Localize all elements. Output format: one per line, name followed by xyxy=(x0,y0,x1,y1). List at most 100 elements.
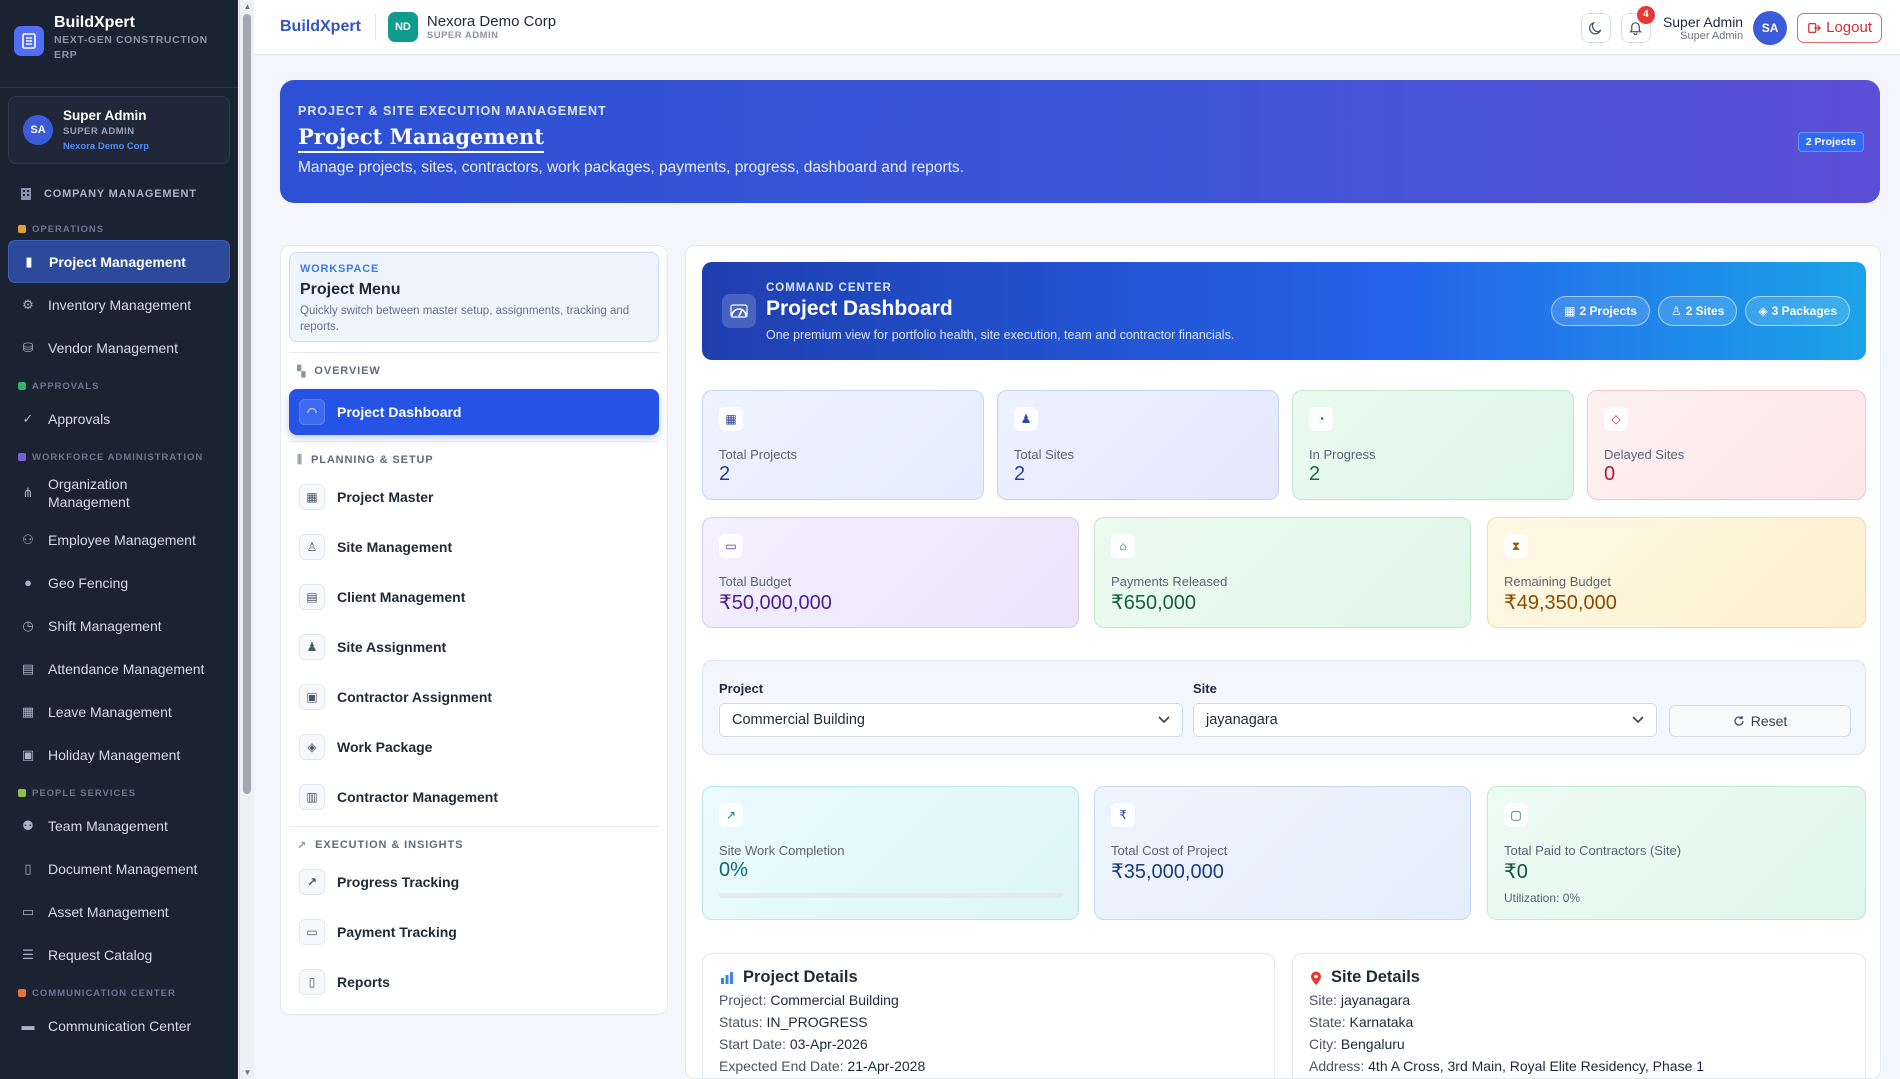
stat-label: Total Budget xyxy=(719,574,792,589)
stat-in-progress[interactable]: ◔ In Progress 2 xyxy=(1292,390,1574,500)
detail-value: jayanagara xyxy=(1340,992,1411,1008)
reset-button[interactable]: Reset xyxy=(1669,705,1851,737)
scrollbar-thumb[interactable] xyxy=(243,14,251,794)
menu-item-progress-tracking[interactable]: ↗ Progress Tracking xyxy=(281,857,667,907)
site-details-title: Site Details xyxy=(1331,968,1420,986)
detail-row: Status: IN_PROGRESS xyxy=(719,1013,1258,1031)
sidebar-brand[interactable]: BuildXpert NEXT-GEN CONSTRUCTION ERP xyxy=(0,0,238,88)
sidebar-item-approvals[interactable]: ✓ Approvals xyxy=(0,397,238,440)
sidebar-item-geo-fencing[interactable]: ● Geo Fencing xyxy=(0,561,238,604)
detail-value: Commercial Building xyxy=(770,992,899,1008)
stat-remaining-budget[interactable]: ⧗ Remaining Budget ₹49,350,000 xyxy=(1487,517,1866,628)
stat-total-cost[interactable]: ₹ Total Cost of Project ₹35,000,000 xyxy=(1094,786,1471,920)
logout-button[interactable]: Logout xyxy=(1797,12,1882,43)
workspace-kicker: WORKSPACE xyxy=(300,263,380,275)
sidebar-item-asset-management[interactable]: ▭ Asset Management xyxy=(0,890,238,933)
sidebar-item-team-management[interactable]: ⚉ Team Management xyxy=(0,804,238,847)
list-icon: ☰ xyxy=(22,946,34,962)
building-2-icon: ▥ xyxy=(299,784,325,810)
calendar-star-icon: ▣ xyxy=(21,746,35,762)
command-center-banner: COMMAND CENTER Project Dashboard One pre… xyxy=(702,262,1866,360)
site-details-rows: Site: jayanagara State: Karnataka City: Be… xyxy=(1309,991,1849,1075)
menu-item-project-master[interactable]: ▦ Project Master xyxy=(281,472,667,522)
sidebar-item-vendor-management[interactable]: ⛁ Vendor Management xyxy=(0,326,238,369)
menu-item-contractor-management[interactable]: ▥ Contractor Management xyxy=(281,772,667,822)
stat-total-sites[interactable]: ♟ Total Sites 2 xyxy=(997,390,1279,500)
stat-total-budget[interactable]: ▭ Total Budget ₹50,000,000 xyxy=(702,517,1079,628)
calendar-icon: ▦ xyxy=(21,703,35,719)
workspace-title: Project Menu xyxy=(300,281,401,298)
scroll-down-icon[interactable]: ▼ xyxy=(243,1068,252,1077)
detail-value: Karnataka xyxy=(1349,1014,1414,1030)
page-scrollbar[interactable]: ▲ ▼ xyxy=(239,0,254,1079)
detail-value: 21-Apr-2028 xyxy=(847,1058,926,1074)
project-details-heading: Project Details xyxy=(719,968,1258,987)
sliders-icon: ⫼ xyxy=(297,453,303,466)
site-select[interactable]: jayanagara xyxy=(1193,703,1657,737)
sidebar-section-header: APPROVALS xyxy=(0,375,238,397)
sidebar-user-card[interactable]: SA Super Admin SUPER ADMIN Nexora Demo C… xyxy=(8,96,230,164)
stat-label: Delayed Sites xyxy=(1604,447,1685,462)
chevron-down-icon xyxy=(1632,716,1644,724)
clock-icon: ◷ xyxy=(22,617,34,633)
sidebar-item-label: Vendor Management xyxy=(48,339,178,356)
sidebar-section-header: COMMUNICATION CENTER xyxy=(0,982,238,1004)
detail-key: City: xyxy=(1309,1036,1337,1052)
sidebar-item-attendance-management[interactable]: ▤ Attendance Management xyxy=(0,647,238,690)
header-user[interactable]: Super Admin Super Admin xyxy=(1663,14,1743,42)
projects-pill[interactable]: ▦ 2 Projects xyxy=(1551,296,1650,326)
menu-item-contractor-assignment[interactable]: ▣ Contractor Assignment xyxy=(281,672,667,722)
detail-row: State: Karnataka xyxy=(1309,1013,1849,1031)
header-avatar[interactable]: SA xyxy=(1753,10,1788,45)
sidebar-item-request-catalog[interactable]: ☰ Request Catalog xyxy=(0,933,238,976)
stat-total-projects[interactable]: ▦ Total Projects 2 xyxy=(702,390,984,500)
stat-payments-released[interactable]: ⌂ Payments Released ₹650,000 xyxy=(1094,517,1471,628)
notifications-button[interactable]: 4 xyxy=(1620,5,1655,43)
scroll-up-icon[interactable]: ▲ xyxy=(243,2,252,11)
menu-item-project-dashboard[interactable]: ◠ Project Dashboard xyxy=(289,389,659,435)
header-divider xyxy=(374,14,376,40)
stat-value: ₹650,000 xyxy=(1111,592,1197,614)
sidebar-item-shift-management[interactable]: ◷ Shift Management xyxy=(0,604,238,647)
sidebar-item-communication-center[interactable]: ▬ Communication Center xyxy=(0,1004,238,1047)
sidebar-item-holiday-management[interactable]: ▣ Holiday Management xyxy=(0,733,238,776)
sidebar-item-employee-management[interactable]: ⚇ Employee Management xyxy=(0,518,238,561)
menu-item-label: Payment Tracking xyxy=(337,924,457,940)
user-role: SUPER ADMIN xyxy=(63,126,135,137)
detail-value: Bengaluru xyxy=(1340,1036,1405,1052)
utilization-text: Utilization: 0% xyxy=(1504,891,1581,905)
sidebar-item-project-management[interactable]: ▮ Project Management xyxy=(8,240,230,283)
menu-item-client-management[interactable]: ▤ Client Management xyxy=(281,572,667,622)
sidebar-item-company-management[interactable]: COMPANY MANAGEMENT xyxy=(0,176,238,212)
menu-item-reports[interactable]: ▯ Reports xyxy=(281,957,667,1007)
hourglass-icon: ⧗ xyxy=(1504,534,1528,558)
sidebar-item-label: Attendance Management xyxy=(48,660,205,677)
stat-site-work-completion[interactable]: ↗ Site Work Completion 0% xyxy=(702,786,1079,920)
user-icon: ♙ xyxy=(299,534,325,560)
id-card-icon: ▤ xyxy=(299,584,325,610)
header-brand[interactable]: BuildXpert xyxy=(280,18,361,36)
menu-item-site-management[interactable]: ♙ Site Management xyxy=(281,522,667,572)
user-icon: ♙ xyxy=(1670,304,1682,318)
sidebar-item-leave-management[interactable]: ▦ Leave Management xyxy=(0,690,238,733)
chat-icon: ▬ xyxy=(21,1018,35,1033)
menu-item-work-package[interactable]: ◈ Work Package xyxy=(281,722,667,772)
sidebar-item-organization-management[interactable]: ⋔ Organization Management xyxy=(0,468,238,518)
org-switcher[interactable]: Nexora Demo Corp SUPER ADMIN xyxy=(427,13,556,41)
dashboard-filters: Project Commercial Building Site jayanag… xyxy=(702,660,1866,755)
menu-item-site-assignment[interactable]: ♟ Site Assignment xyxy=(281,622,667,672)
packages-pill[interactable]: ◈ 3 Packages xyxy=(1745,296,1850,326)
project-select[interactable]: Commercial Building xyxy=(719,703,1183,737)
header-user-role: Super Admin xyxy=(1680,29,1744,42)
menu-item-payment-tracking[interactable]: ▭ Payment Tracking xyxy=(281,907,667,957)
stat-total-paid-contractors[interactable]: ▢ Total Paid to Contractors (Site) ₹0 Ut… xyxy=(1487,786,1866,920)
money-icon: ▭ xyxy=(719,534,743,558)
dashboard-pills: ▦ 2 Projects ♙ 2 Sites ◈ 3 Packages xyxy=(1551,296,1850,326)
theme-toggle-button[interactable] xyxy=(1580,12,1611,43)
stat-delayed-sites[interactable]: ◇ Delayed Sites 0 xyxy=(1587,390,1866,500)
sidebar-item-document-management[interactable]: ▯ Document Management xyxy=(0,847,238,890)
sidebar-item-inventory-management[interactable]: ⚙ Inventory Management xyxy=(0,283,238,326)
menu-item-label: Contractor Assignment xyxy=(337,689,493,705)
brand-tagline: NEXT-GEN CONSTRUCTION ERP xyxy=(54,34,208,61)
sites-pill[interactable]: ♙ 2 Sites xyxy=(1657,296,1738,326)
